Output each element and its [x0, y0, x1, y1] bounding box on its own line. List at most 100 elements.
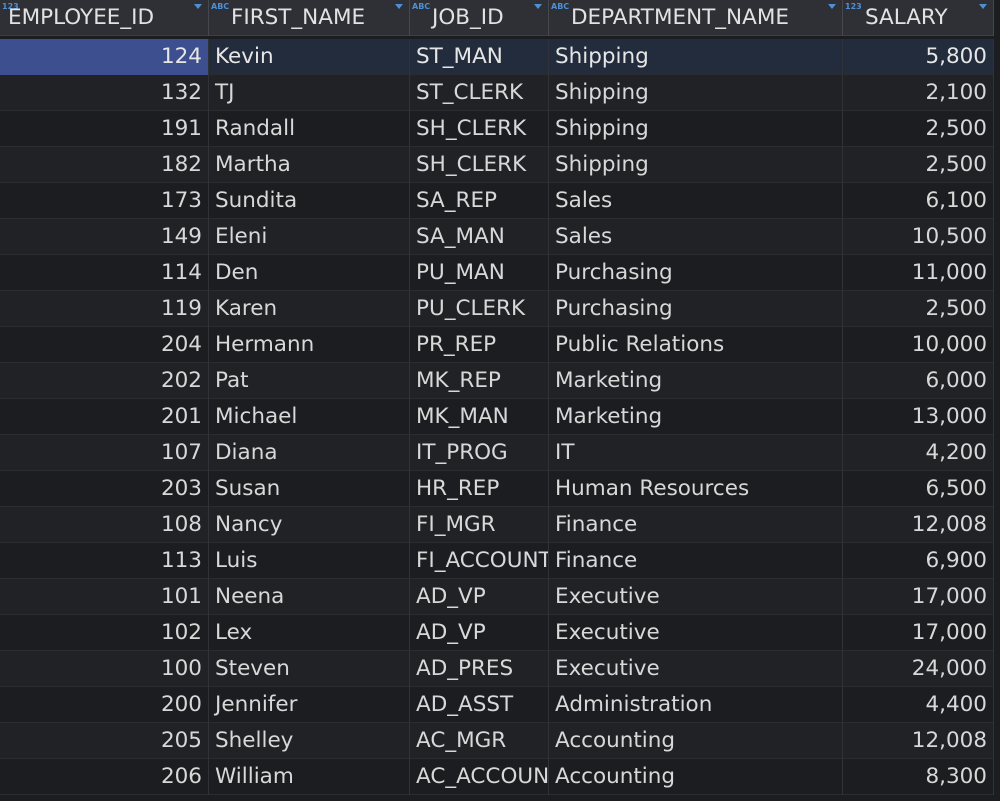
table-row[interactable]: 200 Jennifer AD_ASST Administration 4,400	[0, 687, 1000, 723]
cell-salary[interactable]: 2,100	[843, 75, 994, 111]
cell-job-id[interactable]: FI_ACCOUNT	[410, 543, 549, 579]
table-row[interactable]: 102 Lex AD_VP Executive 17,000	[0, 615, 1000, 651]
cell-department-name[interactable]: Shipping	[549, 147, 843, 183]
cell-first-name[interactable]: Susan	[209, 471, 410, 507]
cell-department-name[interactable]: Finance	[549, 507, 843, 543]
cell-department-name[interactable]: Accounting	[549, 759, 843, 795]
cell-job-id[interactable]: MK_REP	[410, 363, 549, 399]
cell-department-name[interactable]: Purchasing	[549, 255, 843, 291]
cell-employee-id[interactable]: 201	[0, 399, 209, 435]
table-row[interactable]: 107 Diana IT_PROG IT 4,200	[0, 435, 1000, 471]
cell-first-name[interactable]: Eleni	[209, 219, 410, 255]
sort-arrow-icon[interactable]	[828, 4, 836, 9]
cell-job-id[interactable]: SH_CLERK	[410, 111, 549, 147]
table-row[interactable]: 119 Karen PU_CLERK Purchasing 2,500	[0, 291, 1000, 327]
cell-job-id[interactable]: FI_MGR	[410, 507, 549, 543]
table-row[interactable]: 204 Hermann PR_REP Public Relations 10,000	[0, 327, 1000, 363]
cell-employee-id[interactable]: 124	[0, 39, 209, 75]
cell-job-id[interactable]: PR_REP	[410, 327, 549, 363]
cell-job-id[interactable]: SA_MAN	[410, 219, 549, 255]
cell-department-name[interactable]: Public Relations	[549, 327, 843, 363]
cell-job-id[interactable]: ST_CLERK	[410, 75, 549, 111]
cell-salary[interactable]: 6,100	[843, 183, 994, 219]
cell-department-name[interactable]: Human Resources	[549, 471, 843, 507]
cell-first-name[interactable]: Nancy	[209, 507, 410, 543]
cell-job-id[interactable]: AD_VP	[410, 615, 549, 651]
cell-job-id[interactable]: PU_MAN	[410, 255, 549, 291]
table-row[interactable]: 149 Eleni SA_MAN Sales 10,500	[0, 219, 1000, 255]
cell-job-id[interactable]: AD_PRES	[410, 651, 549, 687]
column-header-first-name[interactable]: ABC FIRST_NAME	[209, 0, 410, 36]
cell-employee-id[interactable]: 132	[0, 75, 209, 111]
sort-arrow-icon[interactable]	[534, 4, 542, 9]
table-row[interactable]: 203 Susan HR_REP Human Resources 6,500	[0, 471, 1000, 507]
cell-department-name[interactable]: Shipping	[549, 111, 843, 147]
cell-employee-id[interactable]: 202	[0, 363, 209, 399]
cell-first-name[interactable]: Hermann	[209, 327, 410, 363]
cell-employee-id[interactable]: 107	[0, 435, 209, 471]
cell-salary[interactable]: 24,000	[843, 651, 994, 687]
cell-department-name[interactable]: Accounting	[549, 723, 843, 759]
cell-employee-id[interactable]: 173	[0, 183, 209, 219]
cell-department-name[interactable]: Marketing	[549, 399, 843, 435]
cell-first-name[interactable]: Shelley	[209, 723, 410, 759]
cell-salary[interactable]: 6,500	[843, 471, 994, 507]
cell-salary[interactable]: 8,300	[843, 759, 994, 795]
cell-job-id[interactable]: SH_CLERK	[410, 147, 549, 183]
cell-first-name[interactable]: Martha	[209, 147, 410, 183]
cell-employee-id[interactable]: 206	[0, 759, 209, 795]
column-header-department-name[interactable]: ABC DEPARTMENT_NAME	[549, 0, 843, 36]
cell-department-name[interactable]: Executive	[549, 615, 843, 651]
table-row[interactable]: 173 Sundita SA_REP Sales 6,100	[0, 183, 1000, 219]
cell-salary[interactable]: 17,000	[843, 615, 994, 651]
table-row[interactable]: 124 Kevin ST_MAN Shipping 5,800	[0, 39, 1000, 75]
cell-first-name[interactable]: TJ	[209, 75, 410, 111]
cell-first-name[interactable]: Kevin	[209, 39, 410, 75]
cell-department-name[interactable]: Marketing	[549, 363, 843, 399]
column-header-salary[interactable]: 123 SALARY	[843, 0, 994, 36]
cell-employee-id[interactable]: 101	[0, 579, 209, 615]
cell-department-name[interactable]: Executive	[549, 579, 843, 615]
cell-salary[interactable]: 12,008	[843, 507, 994, 543]
table-row[interactable]: 114 Den PU_MAN Purchasing 11,000	[0, 255, 1000, 291]
cell-salary[interactable]: 10,500	[843, 219, 994, 255]
cell-employee-id[interactable]: 204	[0, 327, 209, 363]
cell-employee-id[interactable]: 119	[0, 291, 209, 327]
cell-job-id[interactable]: AC_MGR	[410, 723, 549, 759]
cell-first-name[interactable]: Neena	[209, 579, 410, 615]
cell-department-name[interactable]: Shipping	[549, 75, 843, 111]
cell-first-name[interactable]: Lex	[209, 615, 410, 651]
cell-salary[interactable]: 5,800	[843, 39, 994, 75]
cell-department-name[interactable]: Purchasing	[549, 291, 843, 327]
cell-employee-id[interactable]: 100	[0, 651, 209, 687]
cell-job-id[interactable]: SA_REP	[410, 183, 549, 219]
sort-arrow-icon[interactable]	[395, 4, 403, 9]
table-row[interactable]: 201 Michael MK_MAN Marketing 13,000	[0, 399, 1000, 435]
cell-salary[interactable]: 13,000	[843, 399, 994, 435]
cell-salary[interactable]: 10,000	[843, 327, 994, 363]
cell-employee-id[interactable]: 113	[0, 543, 209, 579]
cell-employee-id[interactable]: 203	[0, 471, 209, 507]
cell-salary[interactable]: 2,500	[843, 147, 994, 183]
table-row[interactable]: 182 Martha SH_CLERK Shipping 2,500	[0, 147, 1000, 183]
cell-department-name[interactable]: Sales	[549, 183, 843, 219]
table-row[interactable]: 206 William AC_ACCOUNT Accounting 8,300	[0, 759, 1000, 795]
cell-first-name[interactable]: Randall	[209, 111, 410, 147]
cell-department-name[interactable]: Administration	[549, 687, 843, 723]
cell-employee-id[interactable]: 200	[0, 687, 209, 723]
table-row[interactable]: 132 TJ ST_CLERK Shipping 2,100	[0, 75, 1000, 111]
cell-department-name[interactable]: Finance	[549, 543, 843, 579]
cell-first-name[interactable]: William	[209, 759, 410, 795]
cell-job-id[interactable]: AD_VP	[410, 579, 549, 615]
cell-salary[interactable]: 4,200	[843, 435, 994, 471]
cell-employee-id[interactable]: 149	[0, 219, 209, 255]
cell-first-name[interactable]: Diana	[209, 435, 410, 471]
cell-first-name[interactable]: Luis	[209, 543, 410, 579]
cell-employee-id[interactable]: 114	[0, 255, 209, 291]
cell-employee-id[interactable]: 205	[0, 723, 209, 759]
cell-employee-id[interactable]: 182	[0, 147, 209, 183]
cell-first-name[interactable]: Den	[209, 255, 410, 291]
cell-employee-id[interactable]: 102	[0, 615, 209, 651]
cell-employee-id[interactable]: 191	[0, 111, 209, 147]
cell-job-id[interactable]: ST_MAN	[410, 39, 549, 75]
